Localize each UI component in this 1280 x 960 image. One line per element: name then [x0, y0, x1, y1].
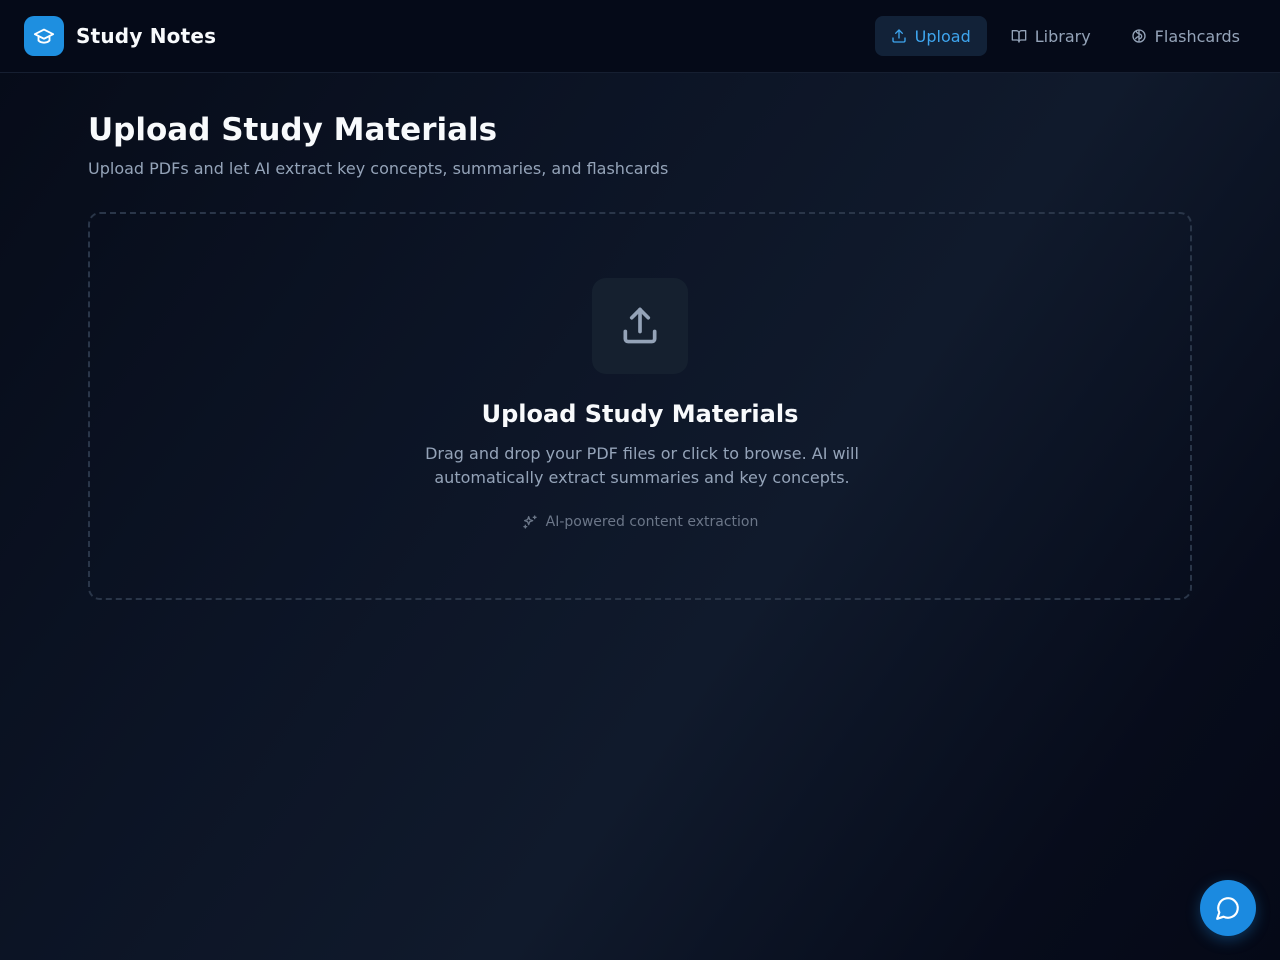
nav-library[interactable]: Library [995, 16, 1107, 56]
top-navbar: Study Notes Upload Library Flashcards [0, 0, 1280, 73]
ai-hint: AI-powered content extraction [90, 514, 1190, 530]
upload-dropzone[interactable]: Upload Study Materials Drag and drop you… [88, 212, 1192, 600]
nav-library-label: Library [1034, 26, 1091, 46]
sparkles-icon [522, 515, 537, 529]
message-circle-icon [1216, 897, 1239, 920]
upload-icon [592, 278, 688, 374]
main-nav: Upload Library Flashcards [874, 16, 1256, 56]
brand[interactable]: Study Notes [24, 16, 216, 56]
page-subtitle: Upload PDFs and let AI extract key conce… [88, 159, 669, 178]
nav-upload-label: Upload [914, 26, 971, 46]
brain-icon [1132, 29, 1146, 43]
nav-upload[interactable]: Upload [874, 16, 987, 56]
book-open-icon [1011, 30, 1027, 43]
graduation-cap-icon [24, 16, 64, 56]
upload-icon [891, 29, 906, 43]
chat-button[interactable] [1200, 880, 1256, 936]
dropzone-description: Drag and drop your PDF files or click to… [425, 444, 859, 487]
page-header: Upload Study Materials Upload PDFs and l… [88, 110, 1192, 180]
ai-hint-label: AI-powered content extraction [545, 514, 759, 530]
app-name: Study Notes [76, 24, 217, 48]
dropzone-title: Upload Study Materials [481, 400, 799, 428]
nav-flashcards[interactable]: Flashcards [1115, 16, 1256, 56]
nav-flashcards-label: Flashcards [1154, 26, 1240, 46]
page-title: Upload Study Materials [88, 112, 498, 148]
